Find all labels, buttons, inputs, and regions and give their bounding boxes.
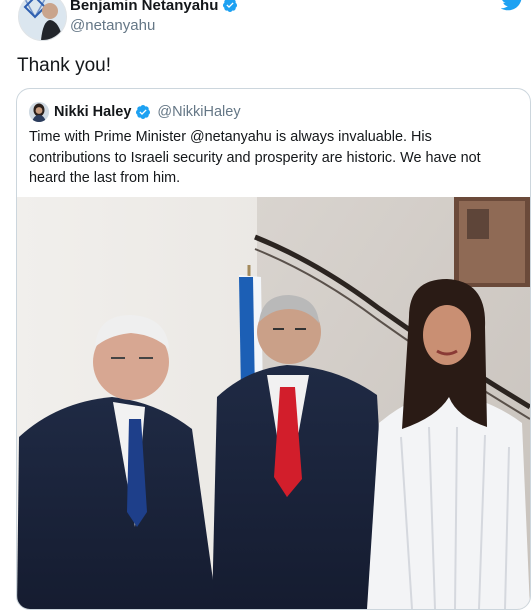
quoted-text-line: heard the last from him. bbox=[29, 170, 181, 186]
quoted-tweet-card[interactable]: Nikki Haley @NikkiHaley Time with Prime … bbox=[16, 88, 531, 610]
author-display-name[interactable]: Benjamin Netanyahu bbox=[70, 0, 238, 14]
twitter-bird-icon[interactable] bbox=[501, 0, 525, 11]
quoted-tweet-header: Nikki Haley @NikkiHaley bbox=[29, 101, 241, 123]
quoted-text-line: contributions to Israeli security and pr… bbox=[29, 149, 481, 166]
author-name-text: Benjamin Netanyahu bbox=[70, 0, 219, 14]
avatar-image bbox=[29, 102, 49, 122]
quoted-author-name: Nikki Haley bbox=[54, 104, 132, 120]
author-handle[interactable]: @netanyahu bbox=[70, 17, 155, 34]
author-avatar[interactable] bbox=[18, 0, 67, 41]
verified-badge-icon bbox=[223, 0, 238, 12]
quoted-author-handle: @NikkiHaley bbox=[157, 104, 241, 120]
quoted-author-avatar bbox=[29, 102, 49, 122]
avatar-image bbox=[19, 0, 66, 40]
tweet-text: Thank you! bbox=[17, 55, 111, 76]
quoted-tweet-photo[interactable] bbox=[17, 197, 530, 609]
quoted-tweet-text: Time with Prime Minister @netanyahu is a… bbox=[29, 127, 514, 189]
verified-badge-icon bbox=[136, 105, 151, 119]
quoted-text-line: Time with Prime Minister @netanyahu is a… bbox=[29, 129, 432, 145]
